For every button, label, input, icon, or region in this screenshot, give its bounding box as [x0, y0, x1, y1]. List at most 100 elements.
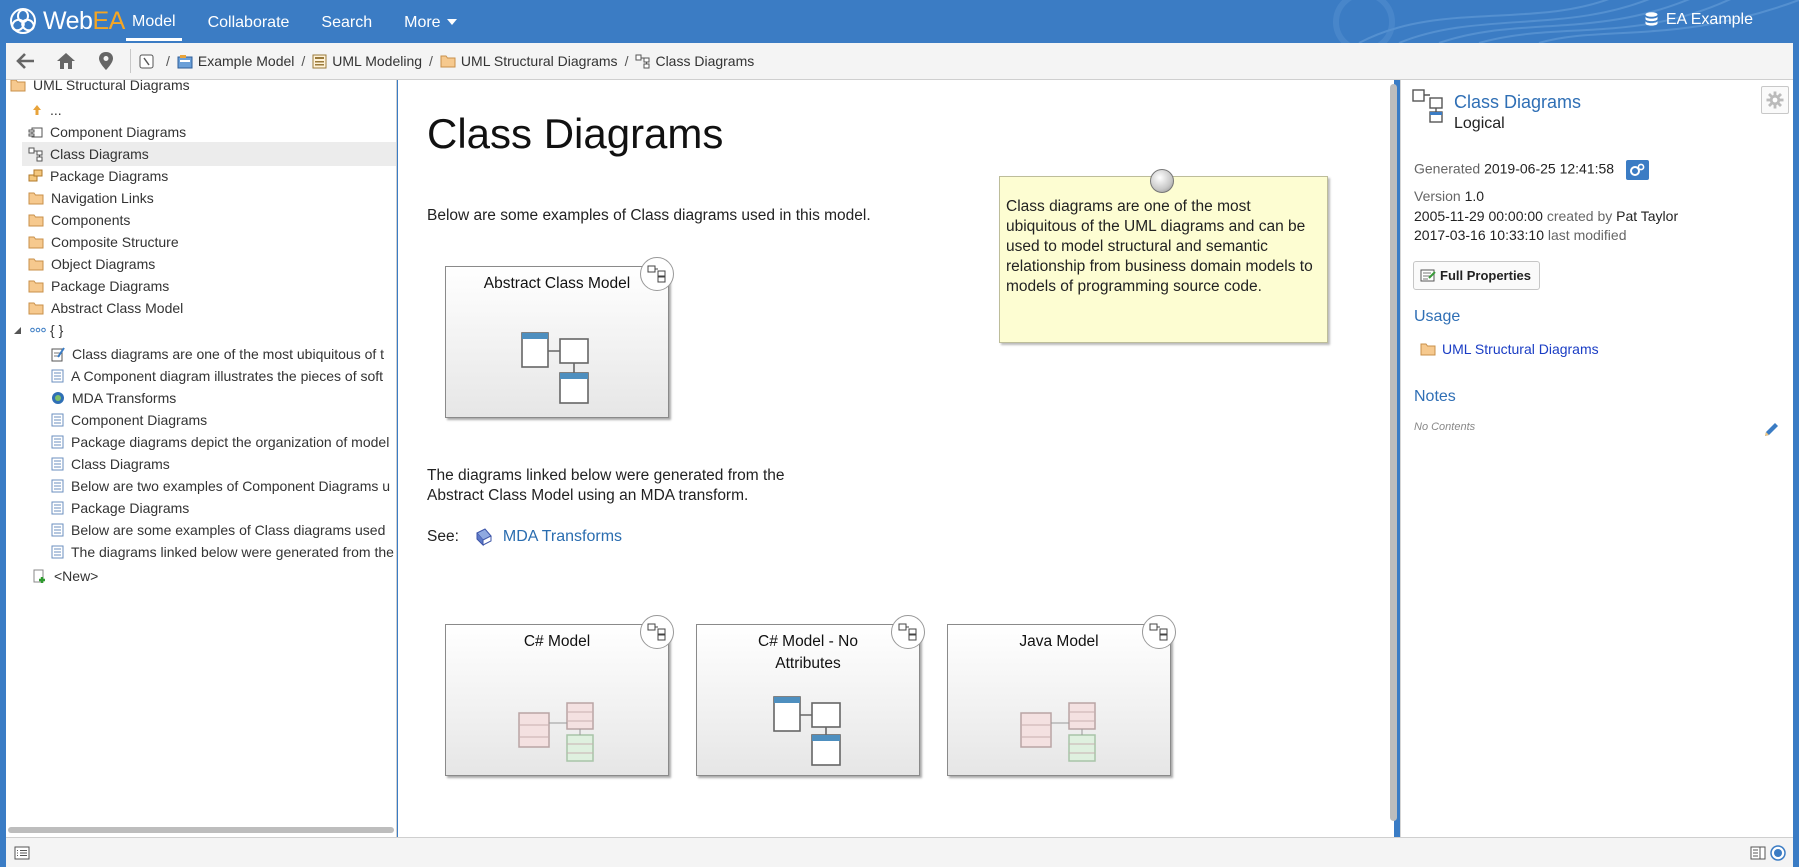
diagram-frame-abstract-class-model[interactable]: Abstract Class Model	[445, 257, 674, 418]
diagram-note[interactable]: Class diagrams are one of the most ubiqu…	[999, 169, 1328, 343]
tree-element-label: A Component diagram illustrates the piec…	[71, 368, 384, 384]
regenerate-button[interactable]	[1625, 160, 1649, 180]
settings-button[interactable]	[1761, 86, 1789, 114]
panel-toggle-icon[interactable]	[1750, 846, 1766, 860]
diagram-frame-java-model[interactable]: Java Model	[947, 615, 1176, 776]
tree-root[interactable]: UML Structural Diagrams	[10, 80, 190, 97]
breadcrumb-uml-modeling[interactable]: UML Modeling	[312, 53, 422, 69]
hyperlink-icon	[52, 392, 64, 404]
generated-text-line: Abstract Class Model using an MDA transf…	[427, 487, 749, 504]
intro-text: Below are some examples of Class diagram…	[427, 207, 871, 224]
breadcrumb-label: UML Modeling	[332, 53, 423, 69]
text-icon	[51, 413, 64, 427]
tree-item-composite-structure[interactable]: Composite Structure	[28, 230, 179, 254]
component-diagram-icon	[28, 127, 43, 137]
breadcrumb-label: UML Structural Diagrams	[460, 53, 618, 69]
tree-element-text[interactable]: Component Diagrams	[51, 408, 207, 432]
breadcrumb-root[interactable]	[139, 54, 159, 69]
edit-notes-button[interactable]	[1763, 422, 1779, 441]
full-properties-button[interactable]: Full Properties	[1413, 261, 1541, 290]
notes-heading: Notes	[1414, 388, 1456, 405]
arrow-left-icon	[16, 53, 34, 69]
folder-icon	[28, 214, 44, 227]
breadcrumb-separator: /	[301, 53, 306, 69]
tree-up[interactable]: ...	[31, 98, 62, 122]
brand-name: WebEA	[43, 7, 125, 35]
created-value: 2005-11-29 00:00:00	[1414, 208, 1543, 224]
dots-icon	[30, 327, 46, 333]
generated-value: 2019-06-25 12:41:58	[1484, 160, 1615, 177]
model-icon	[177, 54, 193, 68]
logo-icon	[10, 8, 36, 34]
version-row: Version 1.0	[1414, 188, 1484, 204]
tree-element-hyperlink[interactable]: MDA Transforms	[51, 386, 176, 410]
tree-element-text[interactable]: Package Diagrams	[51, 496, 189, 520]
webea-logo[interactable]: WebEA	[9, 7, 125, 35]
breadcrumb-uml-structural[interactable]: UML Structural Diagrams	[440, 53, 618, 69]
breadcrumb-label: Class Diagrams	[655, 53, 755, 69]
breadcrumb-separator: /	[429, 53, 433, 69]
generated-label: Generated	[1414, 160, 1481, 177]
status-bar	[6, 837, 1793, 867]
model-selector[interactable]: EA Example	[1645, 11, 1753, 29]
properties-icon	[1420, 269, 1436, 281]
tree-element-text[interactable]: Below are some examples of Class diagram…	[51, 518, 385, 542]
tree-item-package-diagrams[interactable]: Package Diagrams	[28, 164, 168, 188]
text-icon	[51, 523, 64, 537]
breadcrumb: / Example Model / UML Modeling / UML Str…	[139, 53, 754, 69]
tree-item-components[interactable]: Components	[28, 208, 130, 232]
home-button[interactable]	[46, 43, 86, 80]
diagram-frame-csharp-model[interactable]: C# Model	[445, 615, 674, 776]
tree-item-abstract-class-model[interactable]: Abstract Class Model	[28, 296, 183, 320]
tree-item-package-diagrams-folder[interactable]: Package Diagrams	[28, 274, 169, 298]
back-button[interactable]	[6, 43, 46, 80]
folder-icon	[440, 55, 456, 68]
location-button[interactable]	[86, 43, 126, 80]
diagram-canvas: Class Diagrams Below are some examples o…	[398, 80, 1394, 837]
tree-element-text[interactable]: Package diagrams depict the organization…	[51, 430, 389, 454]
tree-group-diagram-objects[interactable]: { }	[13, 318, 63, 342]
menu-more[interactable]: More	[398, 3, 462, 41]
generated-text-line: The diagrams linked below were generated…	[427, 467, 785, 484]
collapse-triangle-icon[interactable]	[13, 326, 22, 335]
menu-model[interactable]: Model	[126, 2, 182, 41]
note-text: Class diagrams are one of the most ubiqu…	[1006, 198, 1313, 295]
top-bar: WebEA Model Collaborate Search More EA E…	[0, 0, 1799, 43]
version-value: 1.0	[1464, 188, 1485, 204]
view-icon	[312, 54, 327, 68]
breadcrumb-class-diagrams[interactable]: Class Diagrams	[635, 53, 754, 69]
usage-heading: Usage	[1414, 308, 1461, 325]
list-view-icon[interactable]	[14, 846, 30, 860]
usage-link[interactable]: UML Structural Diagrams	[1420, 341, 1599, 357]
tree-element-text[interactable]: A Component diagram illustrates the piec…	[51, 364, 383, 388]
diagram-frame-csharp-no-attributes[interactable]: C# Model - No Attributes	[696, 615, 925, 776]
text-icon	[51, 457, 64, 471]
tree-element-label: The diagrams linked below were generated…	[71, 544, 394, 560]
tree-item-object-diagrams[interactable]: Object Diagrams	[28, 252, 155, 276]
tree-new-item[interactable]: <New>	[33, 564, 98, 588]
folder-icon	[28, 192, 44, 205]
model-name: EA Example	[1665, 11, 1753, 28]
diagram-vertical-scrollbar[interactable]	[1390, 84, 1397, 821]
map-pin-icon	[99, 52, 113, 70]
gear-icon	[1766, 91, 1784, 109]
mda-transforms-link[interactable]: MDA Transforms	[503, 528, 622, 546]
tree-element-label: Class Diagrams	[71, 456, 170, 472]
menu-search[interactable]: Search	[315, 3, 378, 41]
help-icon[interactable]	[1770, 845, 1786, 861]
tree-element-text[interactable]: Below are two examples of Component Diag…	[51, 474, 390, 498]
tree-item-component-diagrams[interactable]: Component Diagrams	[28, 120, 186, 144]
notes-empty: No Contents	[1414, 421, 1476, 433]
tree-element-note[interactable]: Class diagrams are one of the most ubiqu…	[51, 342, 384, 366]
tree-horizontal-scrollbar[interactable]	[8, 827, 394, 833]
add-element-icon	[33, 569, 45, 583]
tree-element-text[interactable]: The diagrams linked below were generated…	[51, 540, 394, 564]
tree-item-navigation-links[interactable]: Navigation Links	[28, 186, 154, 210]
menu-collaborate[interactable]: Collaborate	[202, 3, 296, 41]
text-icon	[51, 479, 64, 493]
breadcrumb-example-model[interactable]: Example Model	[177, 53, 294, 69]
tree-element-text[interactable]: Class Diagrams	[51, 452, 170, 476]
pencil-icon	[1765, 423, 1778, 436]
tree-item-label: Package Diagrams	[51, 278, 170, 294]
tree-item-class-diagrams[interactable]: Class Diagrams	[22, 142, 396, 166]
